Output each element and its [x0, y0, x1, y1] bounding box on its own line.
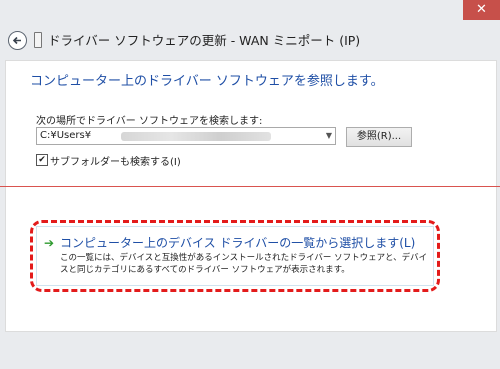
close-button[interactable]: ✕	[463, 0, 500, 20]
redacted-path-segment	[121, 132, 271, 141]
search-path-value: C:¥Users¥	[40, 130, 92, 141]
pick-from-list-description: この一覧には、デバイスと互換性があるインストールされたドライバー ソフトウェアと…	[60, 253, 428, 275]
include-subfolders-checkbox[interactable]: ✔	[36, 154, 48, 166]
search-path-combobox[interactable]: C:¥Users¥ ▼	[36, 127, 336, 145]
separator-line	[0, 186, 500, 187]
search-location-label: 次の場所でドライバー ソフトウェアを検索します:	[36, 116, 263, 127]
page-heading: コンピューター上のドライバー ソフトウェアを参照します。	[30, 74, 384, 89]
window-title: ドライバー ソフトウェアの更新 - WAN ミニポート (IP)	[48, 33, 361, 48]
include-subfolders-label: サブフォルダーも検索する(I)	[50, 157, 181, 168]
green-arrow-icon: ➔	[44, 236, 55, 250]
pick-from-list-title[interactable]: コンピューター上のデバイス ドライバーの一覧から選択します(L)	[60, 234, 415, 251]
back-button[interactable]	[8, 31, 27, 50]
driver-update-window: ✕ ドライバー ソフトウェアの更新 - WAN ミニポート (IP) コンピュー…	[0, 0, 500, 369]
device-icon	[34, 32, 42, 48]
close-icon: ✕	[476, 2, 487, 17]
chevron-down-icon[interactable]: ▼	[326, 131, 332, 140]
back-arrow-icon	[12, 36, 21, 45]
browse-button[interactable]: 参照(R)...	[346, 127, 412, 147]
